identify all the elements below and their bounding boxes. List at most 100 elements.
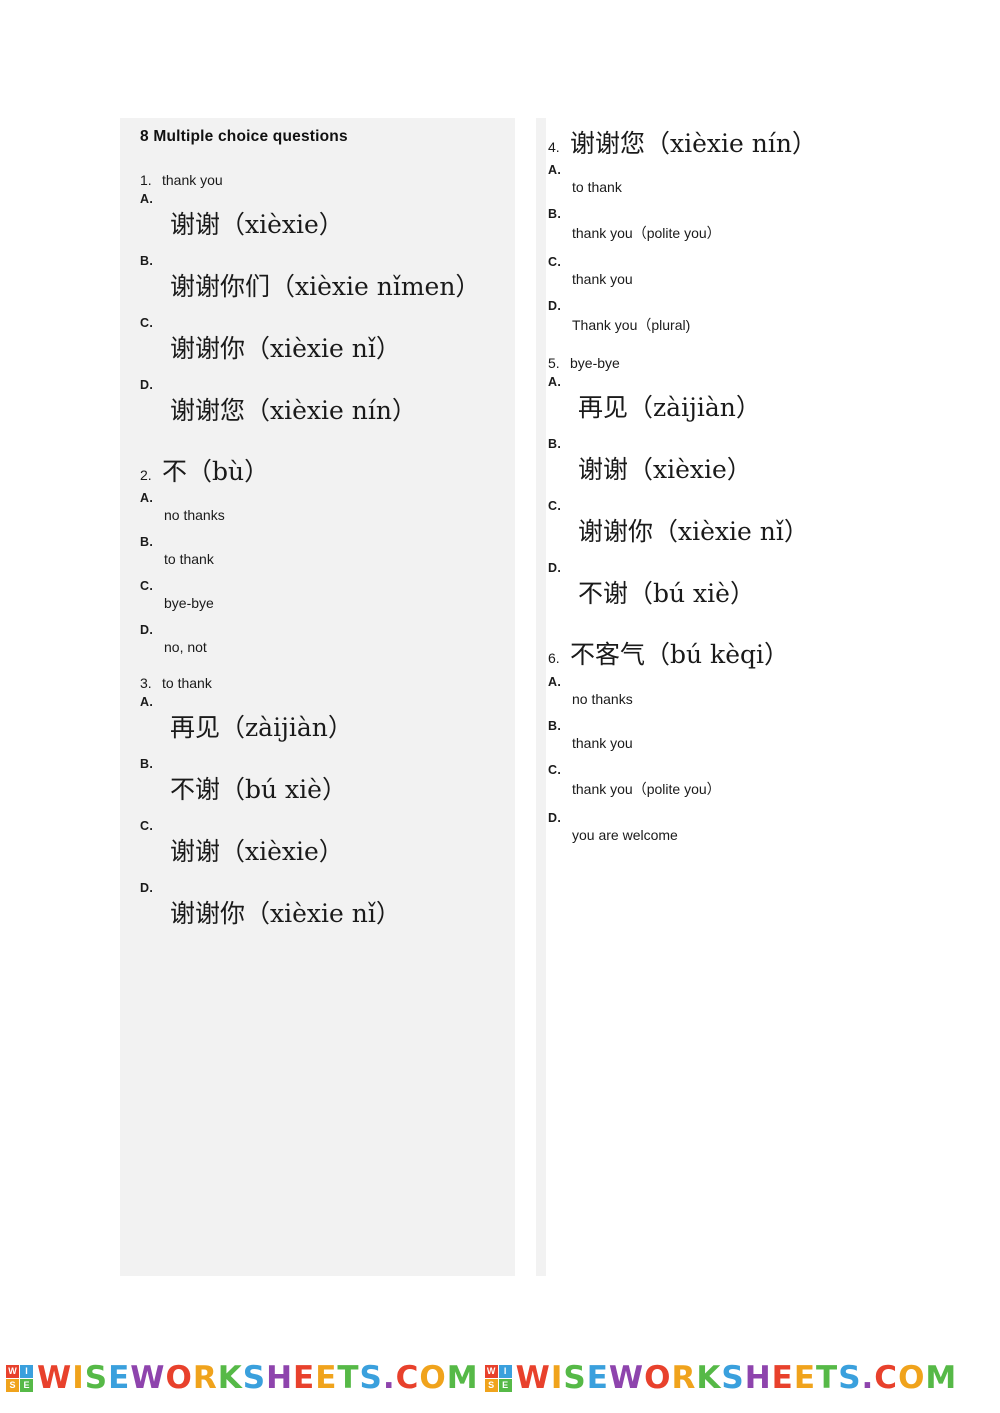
- option-letter: D.: [548, 299, 562, 314]
- question-6-option-d[interactable]: D. you are welcome: [548, 811, 948, 853]
- option-text: 谢谢你（xièxie nǐ）: [170, 899, 401, 929]
- question-3-options: A. 再见（zàijiàn） B. 不谢（bú xiè） C. 谢谢（xièxi…: [140, 695, 520, 941]
- question-4-options: A. to thank B. thank you（polite you） C. …: [548, 163, 948, 345]
- question-1-prompt: thank you: [162, 172, 223, 188]
- option-text: 谢谢（xièxie）: [170, 210, 344, 239]
- question-1-option-a[interactable]: A. 谢谢（xièxie）: [140, 192, 520, 252]
- question-2-option-a[interactable]: A. no thanks: [140, 491, 520, 533]
- option-letter: A.: [548, 375, 562, 390]
- option-letter: A.: [548, 163, 562, 178]
- watermark-1: WISE WISEWORKSHEETS.COM: [6, 1360, 479, 1396]
- option-letter: C.: [548, 499, 562, 514]
- question-4-option-c[interactable]: C. thank you: [548, 255, 948, 297]
- question-5-option-a[interactable]: A. 再见（zàijiàn）: [548, 375, 948, 435]
- question-6-option-a[interactable]: A. no thanks: [548, 675, 948, 717]
- question-6-option-c[interactable]: C. thank you（polite you）: [548, 763, 948, 809]
- question-1-option-c[interactable]: C. 谢谢你（xièxie nǐ）: [140, 316, 520, 376]
- option-letter: A.: [140, 192, 154, 206]
- option-text: Thank you（plural): [572, 317, 691, 334]
- question-2-option-d[interactable]: D. no, not: [140, 623, 520, 665]
- question-1-option-b[interactable]: B. 谢谢你们（xièxie nǐmen）: [140, 254, 520, 314]
- option-text: no thanks: [572, 690, 633, 707]
- option-letter: D.: [140, 881, 154, 896]
- question-1-option-d[interactable]: D. 谢谢您（xièxie nín）: [140, 378, 520, 438]
- option-text: 不谢（bú xiè）: [578, 579, 755, 609]
- option-text: bye-bye: [164, 595, 214, 612]
- watermark-text: WISEWORKSHEETS.COM: [37, 1360, 479, 1396]
- question-2: 2. 不（bù） A. no thanks B. to thank C. bye…: [140, 456, 520, 665]
- wiseworksheets-logo-icon: WISE: [484, 1364, 512, 1392]
- option-text: no, not: [164, 639, 207, 656]
- option-letter: B.: [140, 254, 154, 268]
- question-3: 3. to thank A. 再见（zàijiàn） B. 不谢（bú xiè）…: [140, 675, 520, 941]
- question-4-prompt: 谢谢您（xièxie nín）: [570, 129, 817, 158]
- watermark-2: WISE WISEWORKSHEETS.COM: [484, 1360, 958, 1396]
- watermark-text: WISEWORKSHEETS.COM: [515, 1360, 958, 1396]
- question-2-number: 2.: [140, 467, 152, 483]
- option-text: 不谢（bú xiè）: [170, 775, 347, 805]
- option-letter: B.: [548, 718, 562, 733]
- question-4-header: 4. 谢谢您（xièxie nín）: [548, 128, 948, 159]
- option-letter: C.: [548, 762, 562, 777]
- question-5-option-d[interactable]: D. 不谢（bú xiè）: [548, 561, 948, 621]
- footer-watermark-bar: WISE WISEWORKSHEETS.COM WISE WISEWORKSHE…: [0, 1350, 1000, 1406]
- question-5: 5. bye-bye A. 再见（zàijiàn） B. 谢谢（xièxie） …: [548, 355, 948, 621]
- question-4: 4. 谢谢您（xièxie nín） A. to thank B. thank …: [548, 128, 948, 345]
- question-2-option-b[interactable]: B. to thank: [140, 535, 520, 577]
- question-6: 6. 不客气（bú kèqi） A. no thanks B. thank yo…: [548, 639, 948, 852]
- question-5-option-c[interactable]: C. 谢谢你（xièxie nǐ）: [548, 499, 948, 559]
- question-6-header: 6. 不客气（bú kèqi）: [548, 639, 948, 670]
- question-2-prompt: 不（bù）: [162, 457, 270, 486]
- left-question-column: 8 Multiple choice questions 1. thank you…: [140, 128, 520, 951]
- page-title: 8 Multiple choice questions: [140, 128, 348, 145]
- question-1-number: 1.: [140, 172, 152, 188]
- option-text: 谢谢你（xièxie nǐ）: [578, 517, 809, 547]
- option-text: to thank: [572, 179, 622, 196]
- question-3-option-d[interactable]: D. 谢谢你（xièxie nǐ）: [140, 881, 520, 941]
- option-letter: B.: [548, 437, 562, 452]
- option-text: 再见（zàijiàn）: [578, 393, 761, 423]
- option-letter: B.: [140, 757, 154, 772]
- option-letter: B.: [140, 535, 154, 550]
- question-2-option-c[interactable]: C. bye-bye: [140, 579, 520, 621]
- question-4-option-b[interactable]: B. thank you（polite you）: [548, 207, 948, 253]
- wiseworksheets-logo-icon: WISE: [6, 1364, 33, 1392]
- question-3-option-b[interactable]: B. 不谢（bú xiè）: [140, 757, 520, 817]
- option-letter: D.: [140, 378, 154, 392]
- option-text: thank you（polite you）: [572, 780, 721, 797]
- option-text: thank you: [572, 734, 633, 751]
- option-text: 谢谢（xièxie）: [578, 455, 752, 485]
- option-text: 谢谢您（xièxie nín）: [170, 396, 417, 425]
- question-6-number: 6.: [548, 650, 560, 667]
- option-text: to thank: [164, 551, 214, 568]
- question-4-option-a[interactable]: A. to thank: [548, 163, 948, 205]
- option-letter: B.: [548, 207, 562, 222]
- option-letter: C.: [140, 579, 154, 594]
- option-text: thank you（polite you）: [572, 225, 721, 242]
- option-letter: C.: [548, 255, 562, 270]
- question-6-option-b[interactable]: B. thank you: [548, 719, 948, 761]
- question-1-header: 1. thank you: [140, 172, 520, 188]
- question-4-option-d[interactable]: D. Thank you（plural): [548, 299, 948, 345]
- option-text: 谢谢你们（xièxie nǐmen）: [170, 272, 481, 301]
- option-letter: A.: [140, 491, 154, 506]
- option-text: 再见（zàijiàn）: [170, 713, 353, 743]
- question-6-prompt: 不客气（bú kèqi）: [570, 640, 789, 670]
- question-5-option-b[interactable]: B. 谢谢（xièxie）: [548, 437, 948, 497]
- option-text: thank you: [572, 271, 633, 288]
- option-letter: C.: [140, 316, 154, 330]
- option-text: you are welcome: [572, 826, 678, 843]
- right-question-column: 4. 谢谢您（xièxie nín） A. to thank B. thank …: [548, 128, 948, 863]
- question-5-number: 5.: [548, 355, 560, 372]
- question-2-header: 2. 不（bù）: [140, 456, 520, 487]
- question-2-options: A. no thanks B. to thank C. bye-bye D. n…: [140, 491, 520, 665]
- option-letter: D.: [140, 623, 154, 638]
- question-5-prompt: bye-bye: [570, 355, 620, 372]
- worksheet-page: 8 Multiple choice questions 1. thank you…: [0, 0, 1000, 1413]
- question-3-option-a[interactable]: A. 再见（zàijiàn）: [140, 695, 520, 755]
- question-5-options: A. 再见（zàijiàn） B. 谢谢（xièxie） C. 谢谢你（xièx…: [548, 375, 948, 621]
- question-3-prompt: to thank: [162, 675, 212, 692]
- question-3-option-c[interactable]: C. 谢谢（xièxie）: [140, 819, 520, 879]
- question-4-number: 4.: [548, 139, 560, 155]
- question-1-options: A. 谢谢（xièxie） B. 谢谢你们（xièxie nǐmen） C. 谢…: [140, 192, 520, 438]
